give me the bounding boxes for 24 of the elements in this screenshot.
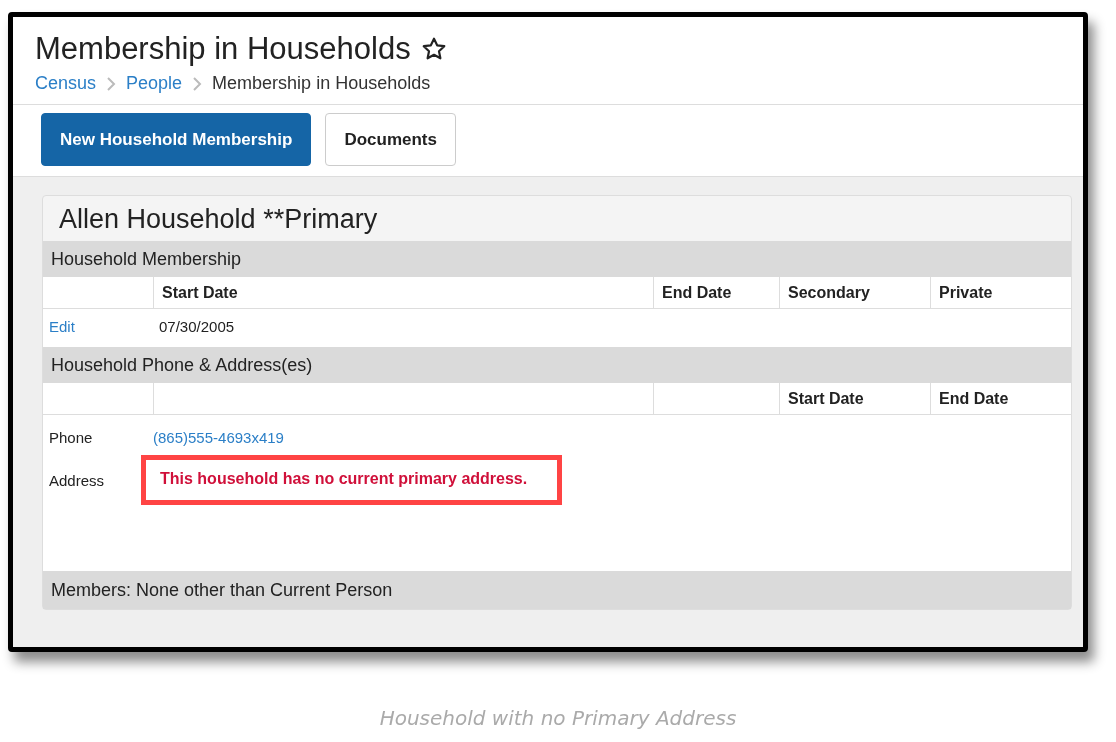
secondary-button[interactable]: Documents xyxy=(325,113,456,166)
breadcrumb-current: Membership in Households xyxy=(212,73,431,94)
image-caption: Household with no Primary Address xyxy=(378,706,738,730)
column-header: Private xyxy=(930,277,1071,309)
chevron-icon xyxy=(106,75,117,92)
star-icon[interactable] xyxy=(420,36,447,62)
panel-title: Allen Household **Primary xyxy=(58,203,379,236)
members-bar: Members: None other than Current Person xyxy=(43,571,1071,609)
breadcrumb-link[interactable]: Census xyxy=(35,73,97,94)
page-title: Membership in Households xyxy=(35,31,411,67)
warning-message: This household has no current primary address. xyxy=(141,455,563,505)
row-label: Phone xyxy=(48,428,94,446)
primary-button[interactable]: New Household Membership xyxy=(41,113,312,166)
section-header: Household Membership xyxy=(43,241,1071,277)
chevron-icon xyxy=(192,75,203,92)
column-header: Secondary xyxy=(779,277,930,309)
column-header: Start Date xyxy=(153,277,653,309)
table-cell: 07/30/2005 xyxy=(159,318,235,335)
edit-link[interactable]: Edit xyxy=(49,318,75,335)
row-label: Address xyxy=(48,471,106,489)
phone-link[interactable]: (865)555-4693x419 xyxy=(153,428,284,446)
section-header: Household Phone & Address(es) xyxy=(43,347,1071,383)
column-header: End Date xyxy=(653,277,779,309)
breadcrumb-link[interactable]: People xyxy=(126,73,183,94)
